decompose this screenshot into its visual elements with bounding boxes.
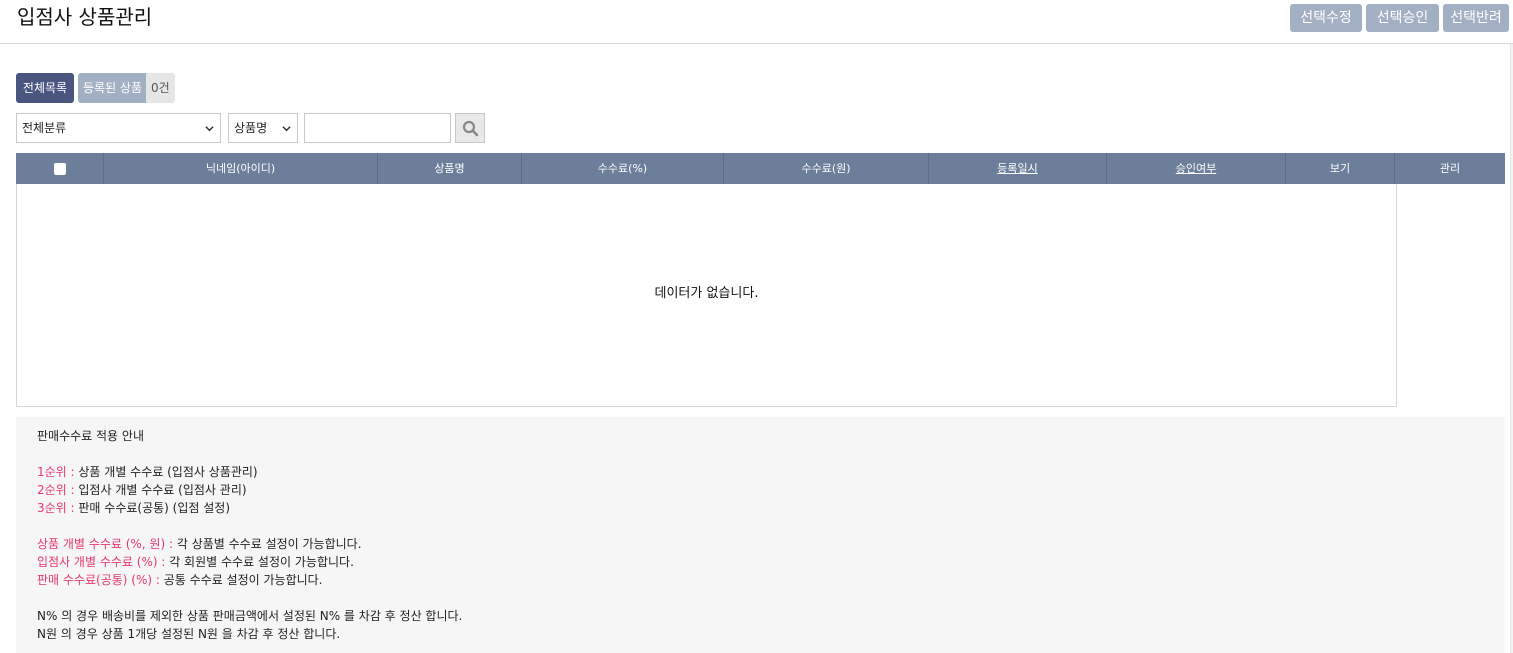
search-field-select[interactable]: 상품명 — [228, 113, 298, 143]
priority-2: 2순위 : 입점사 개별 수수료 (입점사 관리) — [37, 483, 247, 497]
priority-3: 3순위 : 판매 수수료(공통) (입점 설정) — [37, 501, 231, 515]
fee-product: 상품 개별 수수료 (%, 원) : 각 상품별 수수료 설정이 가능합니다. — [37, 537, 362, 551]
bulk-reject-button[interactable]: 선택반려 — [1443, 4, 1509, 32]
tab-registered-products[interactable]: 등록된 상품 0건 — [78, 73, 175, 103]
search-input[interactable] — [304, 113, 451, 143]
table-header: 닉네임(아이디) 상품명 수수료(%) 수수료(원) 등록일시 승인여부 보기 … — [16, 153, 1505, 184]
chevron-down-icon — [282, 126, 291, 132]
tab-registered-label: 등록된 상품 — [78, 73, 147, 103]
page-title: 입점사 상품관리 — [17, 5, 153, 29]
search-button[interactable] — [455, 113, 485, 143]
settlement-percent: N% 의 경우 배송비를 제외한 상품 판매금액에서 설정된 N% 를 차감 후… — [37, 609, 463, 623]
select-all-checkbox[interactable] — [54, 163, 66, 175]
chevron-down-icon — [205, 126, 214, 132]
search-field-select-value: 상품명 — [234, 121, 268, 135]
column-view: 보기 — [1286, 153, 1395, 184]
settlement-won: N원 의 경우 상품 1개당 설정된 N원 을 차감 후 정산 합니다. — [37, 627, 341, 641]
select-all-cell — [16, 153, 104, 184]
bulk-approve-button[interactable]: 선택승인 — [1366, 4, 1439, 32]
fee-vendor: 입점사 개별 수수료 (%) : 각 회원별 수수료 설정이 가능합니다. — [37, 555, 354, 569]
header-divider — [0, 43, 1513, 44]
category-select-value: 전체분류 — [22, 121, 67, 135]
column-fee-percent: 수수료(%) — [522, 153, 724, 184]
bulk-edit-button[interactable]: 선택수정 — [1290, 4, 1362, 32]
search-icon — [462, 120, 479, 137]
empty-message: 데이터가 없습니다. — [654, 286, 759, 301]
column-approval-status[interactable]: 승인여부 — [1107, 153, 1286, 184]
notice-title: 판매수수료 적용 안내 — [37, 429, 144, 443]
table-body: 데이터가 없습니다. — [16, 184, 1397, 407]
fee-notice-box: 판매수수료 적용 안내 1순위 : 상품 개별 수수료 (입점사 상품관리) 2… — [16, 417, 1505, 653]
priority-1: 1순위 : 상품 개별 수수료 (입점사 상품관리) — [37, 465, 258, 479]
column-manage: 관리 — [1439, 162, 1461, 175]
tab-all-list[interactable]: 전체목록 — [16, 73, 74, 103]
tab-registered-count: 0건 — [146, 73, 175, 103]
column-registered-at[interactable]: 등록일시 — [929, 153, 1107, 184]
column-nickname: 닉네임(아이디) — [104, 153, 378, 184]
fee-common: 판매 수수료(공통) (%) : 공통 수수료 설정이 가능합니다. — [37, 573, 323, 587]
column-fee-won: 수수료(원) — [724, 153, 929, 184]
category-select[interactable]: 전체분류 — [16, 113, 221, 143]
column-product-name: 상품명 — [378, 153, 522, 184]
